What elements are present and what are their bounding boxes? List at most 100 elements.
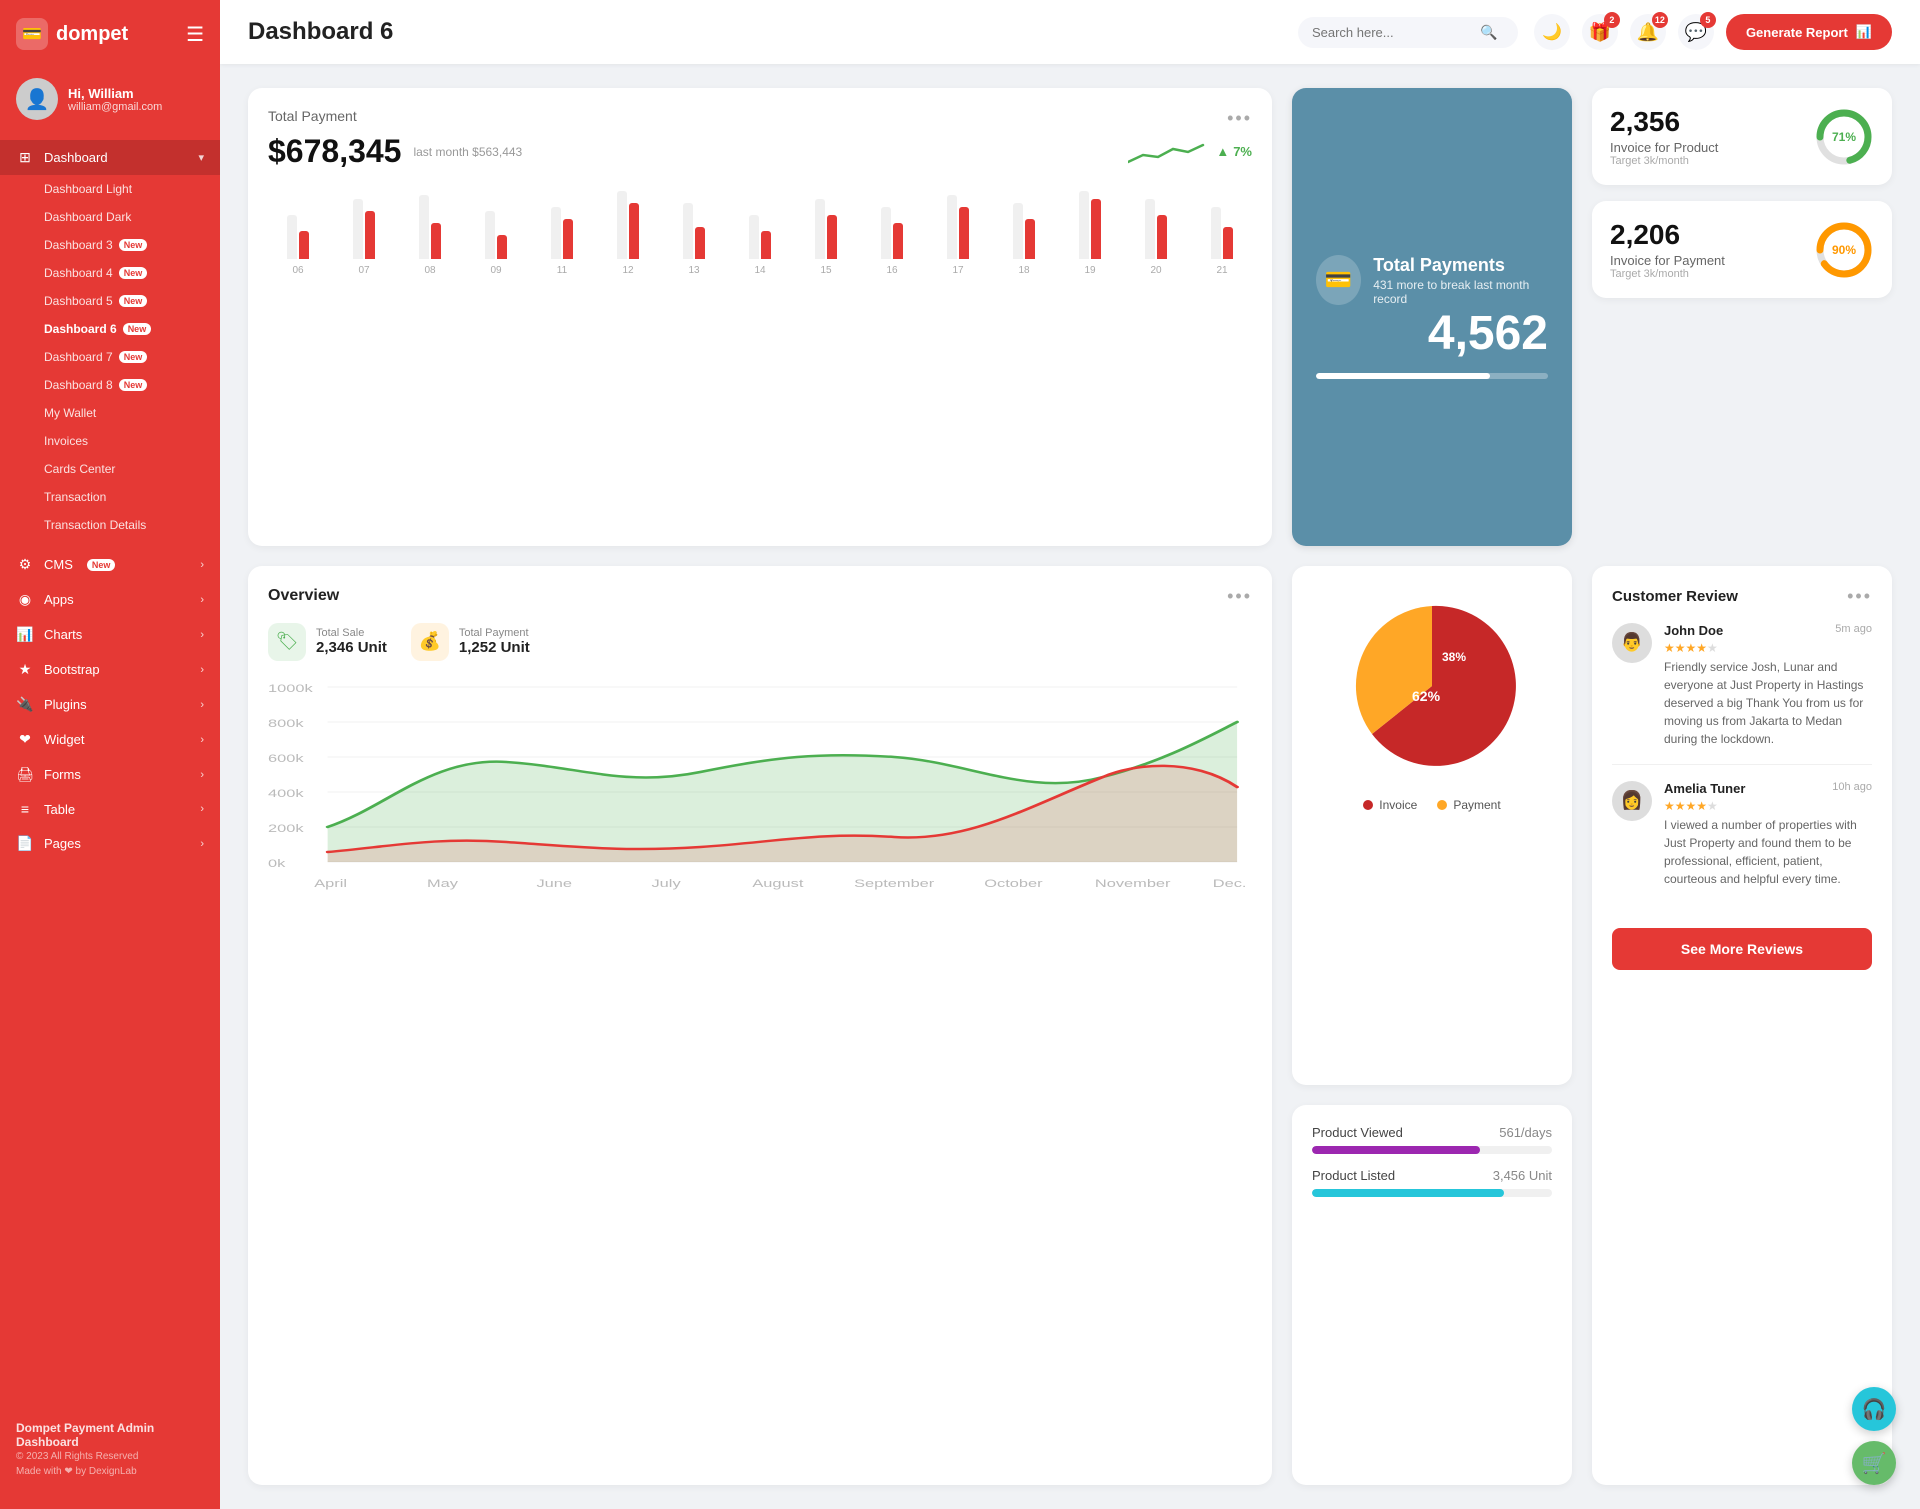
new-badge: New [119,267,148,279]
support-icon: 🎧 [1862,1397,1887,1422]
sidebar-item-my-wallet[interactable]: My Wallet [0,399,220,427]
light-bar [947,195,957,259]
main-nav-section: ⚙ CMS New › ◉ Apps › 📊 Charts › ★ Bootst… [0,543,220,865]
invoice-legend-label: Invoice [1379,798,1417,812]
card-menu-btn[interactable]: ••• [1227,108,1252,129]
invoice-payment-donut: 90% [1814,220,1874,280]
sidebar-item-label: Dashboard Light [44,182,132,196]
chevron-right-icon: › [200,734,204,746]
sidebar-item-cards-center[interactable]: Cards Center [0,455,220,483]
invoice-payment-number: 2,206 [1610,219,1725,251]
sidebar-item-transaction[interactable]: Transaction [0,483,220,511]
main-content: Dashboard 6 🔍 🌙 🎁 2 🔔 12 💬 5 Generate [220,0,1920,1509]
invoice-pair: 2,356 Invoice for Product Target 3k/mont… [1592,88,1892,546]
user-profile: 👤 Hi, William william@gmail.com [0,68,220,136]
bell-btn[interactable]: 🔔 12 [1630,14,1666,50]
sidebar-item-label: Transaction Details [44,518,146,532]
new-badge: New [119,351,148,363]
bar-chart-icon: 📊 [1856,24,1872,40]
light-bar [683,203,693,259]
sidebar-item-label: Transaction [44,490,106,504]
cart-float-btn[interactable]: 🛒 [1852,1441,1896,1485]
nav-plugins[interactable]: 🔌 Plugins › [0,687,220,722]
moon-btn[interactable]: 🌙 [1534,14,1570,50]
light-bar [1211,207,1221,259]
chevron-right-icon: › [200,629,204,641]
see-more-reviews-button[interactable]: See More Reviews [1612,928,1872,970]
sidebar-item-invoices[interactable]: Invoices [0,427,220,455]
light-bar [551,207,561,259]
widget-icon: ❤ [16,731,34,748]
invoice-product-info: 2,356 Invoice for Product Target 3k/mont… [1610,106,1718,167]
nav-plugins-label: Plugins [44,697,87,712]
chat-btn[interactable]: 💬 5 [1678,14,1714,50]
legend-payment: Payment [1437,798,1500,812]
bar-group: 17 [928,179,988,276]
nav-apps[interactable]: ◉ Apps › [0,582,220,617]
light-bar [485,211,495,259]
hamburger-btn[interactable]: ☰ [186,22,204,47]
overview-menu-btn[interactable]: ••• [1227,586,1252,607]
gift-btn[interactable]: 🎁 2 [1582,14,1618,50]
bar-group: 14 [730,179,790,276]
bar-group: 11 [532,179,592,276]
sidebar-item-dashboard-8[interactable]: Dashboard 8 New [0,371,220,399]
review-text-1: Friendly service Josh, Lunar and everyon… [1664,658,1872,748]
topbar-icons: 🌙 🎁 2 🔔 12 💬 5 Generate Report 📊 [1534,14,1892,50]
chevron-right-icon: › [200,559,204,571]
nav-cms[interactable]: ⚙ CMS New › [0,547,220,582]
nav-table[interactable]: ≡ Table › [0,792,220,826]
support-float-btn[interactable]: 🎧 [1852,1387,1896,1431]
app-logo[interactable]: 💳 dompet [16,18,128,50]
bar-label: 21 [1216,265,1227,276]
sidebar-item-dashboard-3[interactable]: Dashboard 3 New [0,231,220,259]
sidebar-item-dashboard-7[interactable]: Dashboard 7 New [0,343,220,371]
nav-forms[interactable]: 🖨 Forms › [0,757,220,792]
light-bar [287,215,297,259]
review-item-1: 👨 John Doe 5m ago ★★★★★ Friendly service… [1612,623,1872,765]
sidebar-item-dashboard-dark[interactable]: Dashboard Dark [0,203,220,231]
table-icon: ≡ [16,801,34,817]
sidebar: 💳 dompet ☰ 👤 Hi, William william@gmail.c… [0,0,220,1509]
red-bar [365,211,375,259]
svg-text:April: April [314,876,347,889]
sidebar-item-dashboard-4[interactable]: Dashboard 4 New [0,259,220,287]
payment-icon: 💰 [411,623,449,661]
review-menu-btn[interactable]: ••• [1847,586,1872,607]
bar-group: 20 [1126,179,1186,276]
sidebar-item-label: Invoices [44,434,88,448]
generate-report-button[interactable]: Generate Report 📊 [1726,14,1892,50]
svg-text:200k: 200k [268,821,304,834]
sidebar-item-dashboard-5[interactable]: Dashboard 5 New [0,287,220,315]
review-body-1: John Doe 5m ago ★★★★★ Friendly service J… [1664,623,1872,748]
nav-dashboard[interactable]: ⊞ Dashboard ▾ [0,140,220,175]
sidebar-item-dashboard-light[interactable]: Dashboard Light [0,175,220,203]
bar-label: 09 [490,265,501,276]
red-bar [1025,219,1035,259]
product-listed-label: Product Listed [1312,1168,1395,1183]
product-viewed-bar [1312,1146,1552,1154]
search-box[interactable]: 🔍 [1298,17,1518,48]
nav-charts[interactable]: 📊 Charts › [0,617,220,652]
stat-total-payment: 💰 Total Payment 1,252 Unit [411,623,530,661]
see-more-label: See More Reviews [1681,941,1803,957]
invoice-payment-info: 2,206 Invoice for Payment Target 3k/mont… [1610,219,1725,280]
stat-total-sale: 🏷 Total Sale 2,346 Unit [268,623,387,661]
sidebar-item-dashboard-6[interactable]: Dashboard 6 New [0,315,220,343]
blue-card-header: 💳 Total Payments 431 more to break last … [1316,255,1548,306]
bar-group: 15 [796,179,856,276]
search-input[interactable] [1312,25,1472,40]
svg-text:November: November [1095,876,1171,889]
sidebar-item-transaction-details[interactable]: Transaction Details [0,511,220,539]
overview-header: Overview ••• [268,586,1252,607]
page-title: Dashboard 6 [248,18,1282,46]
product-viewed-stat: Product Viewed 561/days [1312,1125,1552,1154]
stat-payment-info: Total Payment 1,252 Unit [459,627,530,656]
review-title: Customer Review [1612,588,1738,605]
nav-pages[interactable]: 📄 Pages › [0,826,220,861]
stat-sale-label: Total Sale [316,627,387,639]
nav-bootstrap[interactable]: ★ Bootstrap › [0,652,220,687]
review-time-1: 5m ago [1835,623,1872,635]
nav-widget[interactable]: ❤ Widget › [0,722,220,757]
chevron-down-icon: ▾ [198,151,204,164]
